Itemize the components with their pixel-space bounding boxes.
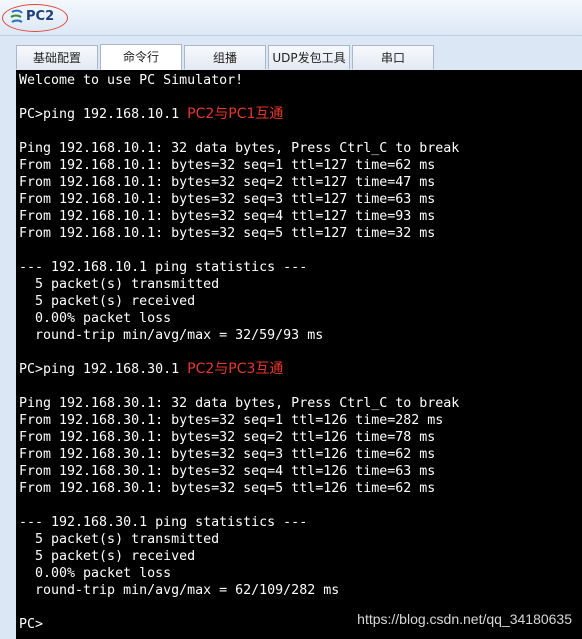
annotation-pc2-pc1: PC2与PC1互通 <box>187 106 284 122</box>
console-stats-line: 0.00% packet loss <box>19 566 172 581</box>
console-stats-line: round-trip min/avg/max = 62/109/282 ms <box>19 583 340 598</box>
annotation-pc2-pc3: PC2与PC3互通 <box>187 361 284 377</box>
console-stats-line: 0.00% packet loss <box>19 311 172 326</box>
console-welcome: Welcome to use PC Simulator! <box>19 73 244 88</box>
title-bar: PC2 <box>0 0 582 36</box>
console-blank <box>19 344 582 361</box>
tab-udp-tool[interactable]: UDP发包工具 <box>268 45 350 69</box>
window-title: PC2 <box>26 9 55 24</box>
console-ping-header: Ping 192.168.30.1: 32 data bytes, Press … <box>19 396 460 411</box>
console-reply-line: From 192.168.10.1: bytes=32 seq=1 ttl=12… <box>19 158 436 173</box>
tab-basic-config[interactable]: 基础配置 <box>16 45 98 69</box>
console-blank <box>19 497 582 514</box>
console-stats-line: 5 packet(s) received <box>19 294 196 309</box>
console-command-line: PC>ping 192.168.30.1 PC2与PC3互通 <box>19 361 582 378</box>
console-command-line: PC>ping 192.168.10.1 PC2与PC1互通 <box>19 106 582 123</box>
console-stats-line: 5 packet(s) received <box>19 549 196 564</box>
console-reply-line: From 192.168.10.1: bytes=32 seq=2 ttl=12… <box>19 175 436 190</box>
console-reply-line: From 192.168.10.1: bytes=32 seq=4 ttl=12… <box>19 209 436 224</box>
console-reply-line: From 192.168.30.1: bytes=32 seq=4 ttl=12… <box>19 464 436 479</box>
console-reply-line: From 192.168.10.1: bytes=32 seq=3 ttl=12… <box>19 192 436 207</box>
console-stats-title: --- 192.168.10.1 ping statistics --- <box>19 260 308 275</box>
tab-serial-port[interactable]: 串口 <box>352 45 434 69</box>
console-stats-title: --- 192.168.30.1 ping statistics --- <box>19 515 308 530</box>
tab-command-line[interactable]: 命令行 <box>100 44 182 70</box>
console-reply-line: From 192.168.30.1: bytes=32 seq=5 ttl=12… <box>19 481 436 496</box>
pc-app-icon <box>9 9 25 25</box>
console-stats-line: 5 packet(s) transmitted <box>19 532 220 547</box>
console-command: PC>ping 192.168.10.1 <box>19 107 180 122</box>
console-blank <box>19 89 582 106</box>
console-stats-line: round-trip min/avg/max = 32/59/93 ms <box>19 328 324 343</box>
watermark-text: https://blog.csdn.net/qq_34180635 <box>357 611 572 627</box>
console-stats-line: 5 packet(s) transmitted <box>19 277 220 292</box>
console-reply-line: From 192.168.30.1: bytes=32 seq=1 ttl=12… <box>19 413 444 428</box>
console-ping-header: Ping 192.168.10.1: 32 data bytes, Press … <box>19 141 460 156</box>
command-console[interactable]: Welcome to use PC Simulator! PC>ping 192… <box>16 70 582 639</box>
console-blank <box>19 242 582 259</box>
console-reply-line: From 192.168.30.1: bytes=32 seq=3 ttl=12… <box>19 447 436 462</box>
console-reply-line: From 192.168.10.1: bytes=32 seq=5 ttl=12… <box>19 226 436 241</box>
console-reply-line: From 192.168.30.1: bytes=32 seq=2 ttl=12… <box>19 430 436 445</box>
console-command: PC>ping 192.168.30.1 <box>19 362 180 377</box>
console-blank <box>19 123 582 140</box>
tab-multicast[interactable]: 组播 <box>184 45 266 69</box>
pc-simulator-window: PC2 基础配置 命令行 组播 UDP发包工具 串口 Welcome to us… <box>0 0 582 639</box>
console-blank <box>19 378 582 395</box>
